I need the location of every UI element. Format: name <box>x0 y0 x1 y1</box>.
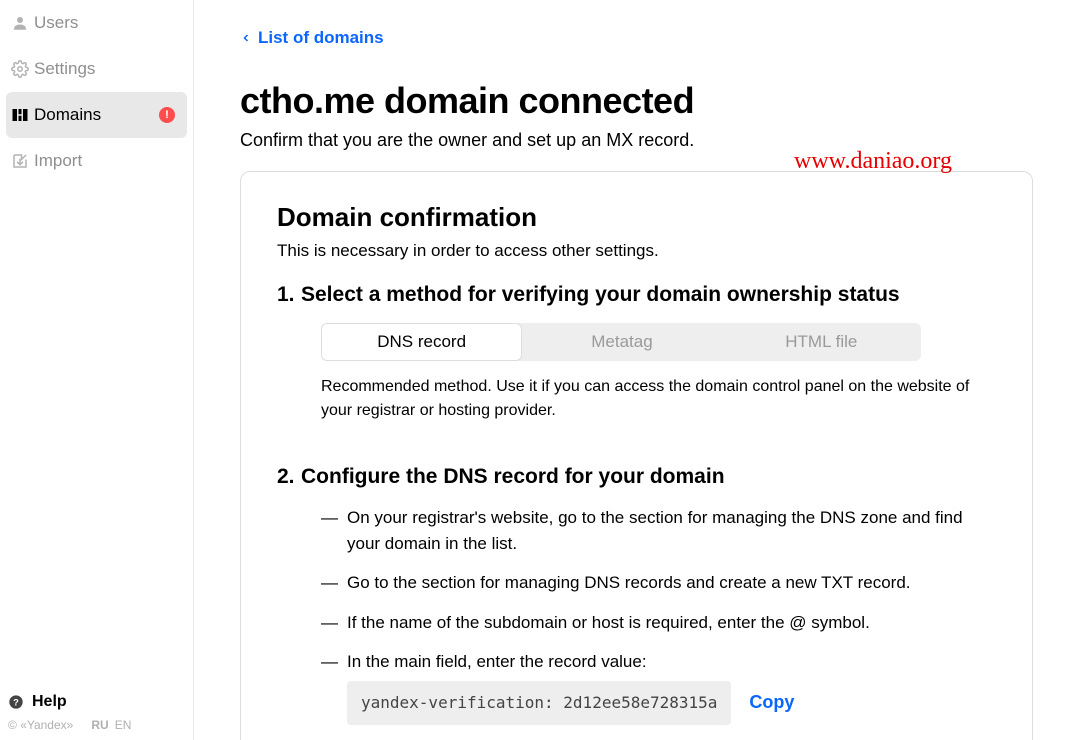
card-title: Domain confirmation <box>277 202 996 233</box>
step-note: Recommended method. Use it if you can ac… <box>321 375 996 423</box>
list-item-text: In the main field, enter the record valu… <box>347 652 647 671</box>
verification-method-tabs: DNS record Metatag HTML file <box>321 323 921 361</box>
step-number: 1. <box>277 283 301 453</box>
list-item: If the name of the subdomain or host is … <box>321 610 996 636</box>
list-item: On your registrar's website, go to the s… <box>321 505 996 556</box>
domain-confirmation-card: Domain confirmation This is necessary in… <box>240 171 1033 740</box>
step-1: 1. Select a method for verifying your do… <box>277 283 996 453</box>
svg-text:?: ? <box>13 697 19 707</box>
instruction-list: On your registrar's website, go to the s… <box>301 505 996 740</box>
step-title: Select a method for verifying your domai… <box>301 283 996 307</box>
gear-icon <box>6 60 34 78</box>
step-number: 2. <box>277 465 301 740</box>
sidebar-item-label: Settings <box>34 59 181 79</box>
sidebar: Users Settings Domains Import ? <box>0 0 194 740</box>
copyright-text: © «Yandex» <box>8 718 73 732</box>
sidebar-list: Users Settings Domains Import <box>0 0 193 184</box>
help-icon: ? <box>6 694 26 710</box>
lang-ru[interactable]: RU <box>91 718 108 732</box>
sidebar-item-import[interactable]: Import <box>0 138 193 184</box>
user-icon <box>6 14 34 32</box>
back-link-label: List of domains <box>258 28 384 48</box>
sidebar-item-label: Import <box>34 151 181 171</box>
sidebar-item-domains[interactable]: Domains <box>6 92 187 138</box>
main-content: List of domains ctho.me domain connected… <box>194 0 1075 740</box>
sidebar-item-label: Domains <box>34 105 159 125</box>
copy-button[interactable]: Copy <box>749 689 794 716</box>
list-item: In the main field, enter the record valu… <box>321 649 996 725</box>
chevron-left-icon <box>240 31 252 45</box>
watermark-text: www.daniao.org <box>794 148 952 175</box>
lang-en[interactable]: EN <box>115 718 132 732</box>
step-title: Configure the DNS record for your domain <box>301 465 996 489</box>
page-title: ctho.me domain connected <box>240 80 1033 122</box>
sidebar-item-users[interactable]: Users <box>0 0 193 46</box>
help-label: Help <box>32 693 67 711</box>
verification-code: yandex-verification: 2d12ee58e728315a <box>347 681 731 725</box>
import-icon <box>6 152 34 170</box>
sidebar-footer: ? Help © «Yandex» RU EN <box>0 688 193 732</box>
card-desc: This is necessary in order to access oth… <box>277 241 996 261</box>
domains-icon <box>6 106 34 124</box>
back-link[interactable]: List of domains <box>240 28 384 48</box>
step-2: 2. Configure the DNS record for your dom… <box>277 465 996 740</box>
alert-badge-icon <box>159 107 175 123</box>
tab-dns-record[interactable]: DNS record <box>321 323 522 361</box>
tab-metatag[interactable]: Metatag <box>522 323 721 361</box>
sidebar-item-settings[interactable]: Settings <box>0 46 193 92</box>
sidebar-item-label: Users <box>34 13 181 33</box>
list-item: Go to the section for managing DNS recor… <box>321 570 996 596</box>
tab-html-file[interactable]: HTML file <box>722 323 921 361</box>
help-link[interactable]: ? Help <box>6 688 187 716</box>
